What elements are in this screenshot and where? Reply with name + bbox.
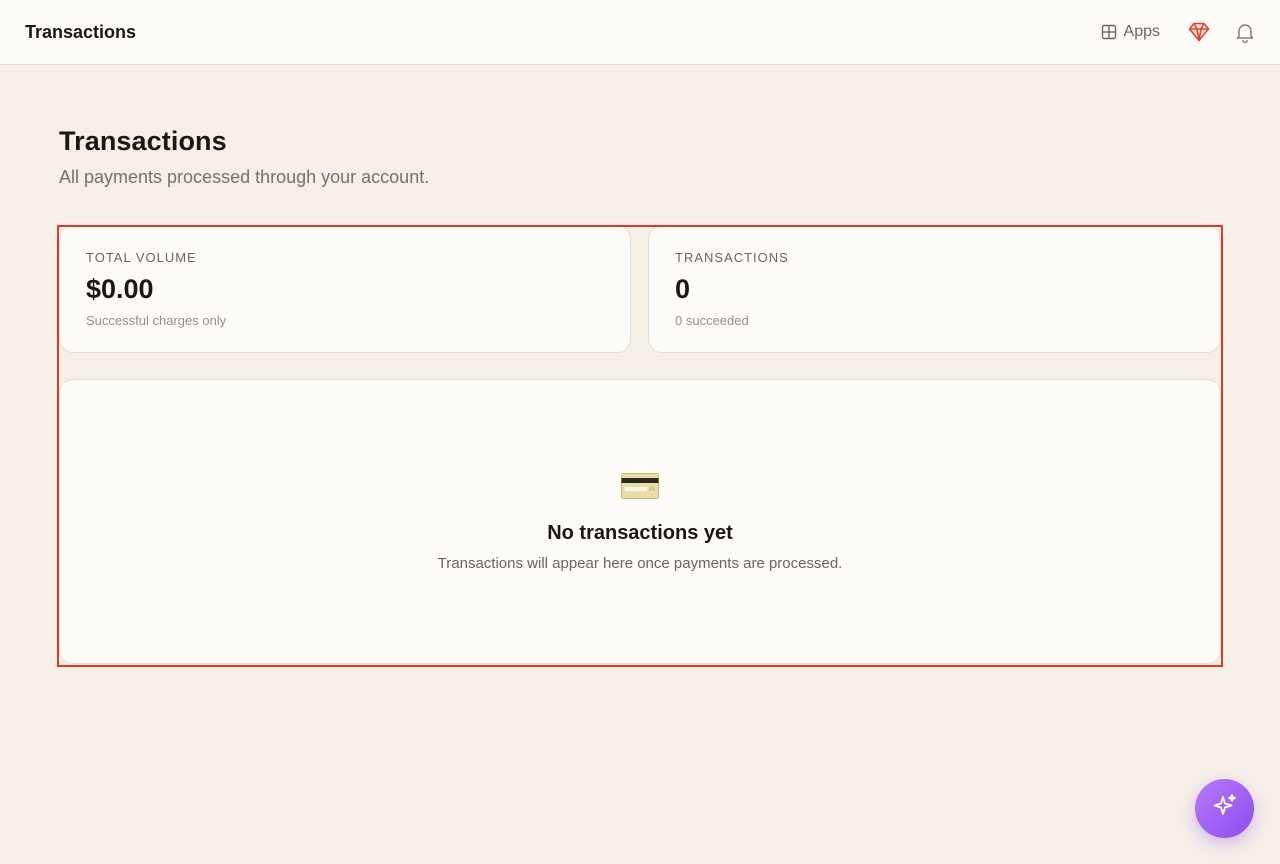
ai-assistant-button[interactable] xyxy=(1195,779,1254,838)
total-volume-label: TOTAL VOLUME xyxy=(86,250,197,265)
page-subtitle: All payments processed through your acco… xyxy=(59,167,430,187)
top-bar-actions: Apps xyxy=(1101,22,1255,43)
total-volume-card: TOTAL VOLUME $0.00 Successful charges on… xyxy=(59,225,631,353)
credit-card-icon xyxy=(621,473,659,499)
empty-state-title: No transactions yet xyxy=(547,522,733,544)
total-volume-value: $0.00 xyxy=(86,274,154,304)
transactions-count-note: 0 succeeded xyxy=(675,313,749,328)
top-bar-title: Transactions xyxy=(25,21,137,42)
transactions-count-label: TRANSACTIONS xyxy=(675,250,789,265)
sparkles-icon xyxy=(1212,793,1238,824)
total-volume-note: Successful charges only xyxy=(86,313,227,328)
grid-icon xyxy=(1101,24,1117,40)
empty-state-message: Transactions will appear here once payme… xyxy=(437,555,843,572)
page-header: Transactions All payments processed thro… xyxy=(59,126,429,188)
apps-button[interactable]: Apps xyxy=(1101,23,1160,41)
top-bar: Transactions Apps xyxy=(0,0,1280,65)
page-title: Transactions xyxy=(59,126,227,156)
transactions-count-value: 0 xyxy=(675,274,691,304)
transactions-count-card: TRANSACTIONS 0 0 succeeded xyxy=(648,225,1221,353)
apps-label: Apps xyxy=(1123,23,1160,40)
empty-state-card: No transactions yet Transactions will ap… xyxy=(59,379,1221,664)
gem-icon[interactable] xyxy=(1188,22,1210,42)
bell-icon[interactable] xyxy=(1235,22,1255,43)
